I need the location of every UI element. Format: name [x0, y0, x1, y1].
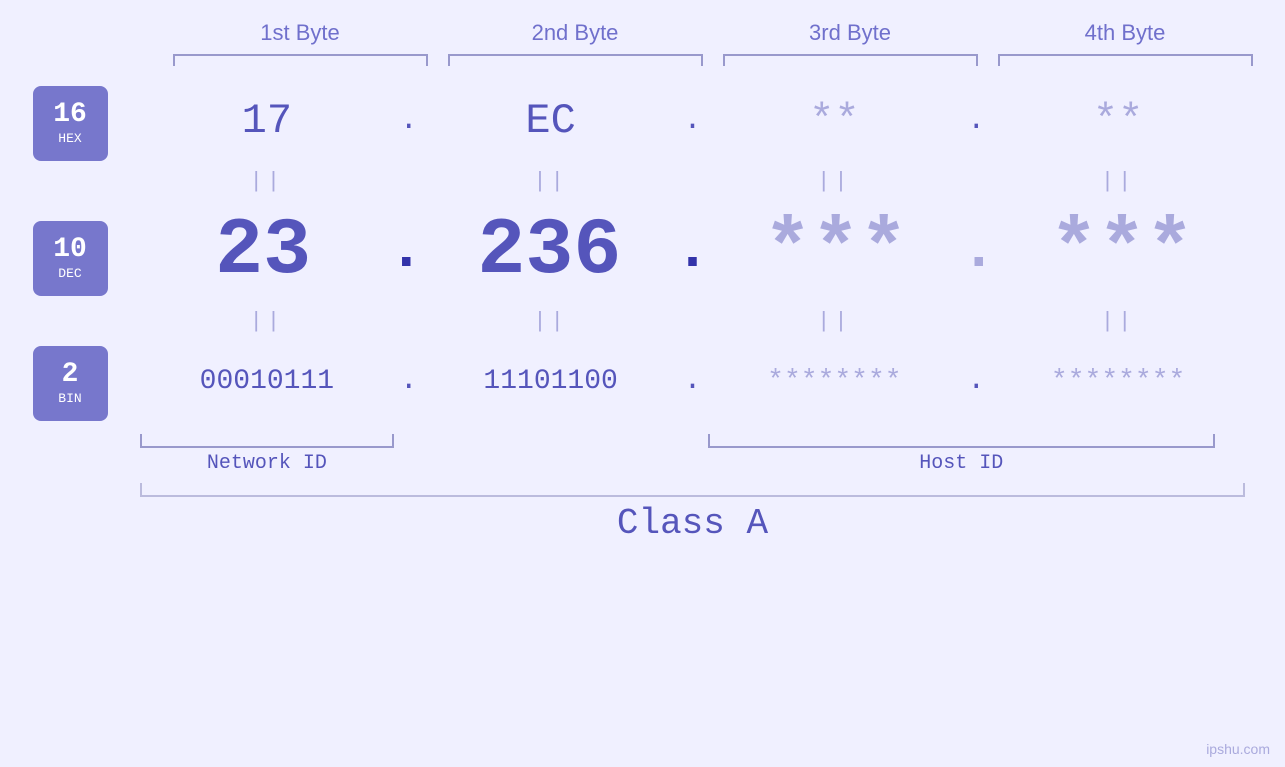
- bin-cell-b3: ********: [708, 366, 962, 397]
- dec-val-b3: ***: [764, 206, 908, 297]
- bin-val-b2: 11101100: [483, 366, 617, 397]
- watermark: ipshu.com: [1206, 741, 1270, 757]
- hex-cell-b2: EC: [424, 97, 678, 145]
- hex-val-b1: 17: [242, 97, 292, 145]
- network-id-label: Network ID: [140, 452, 394, 475]
- main-rows: 16 HEX 10 DEC 2 BIN 17 . EC: [0, 76, 1285, 544]
- id-labels-row: Network ID Host ID: [140, 452, 1285, 475]
- hex-dot-1: .: [394, 104, 424, 138]
- badges-column: 16 HEX 10 DEC 2 BIN: [0, 76, 140, 544]
- bracket-gap-1: [394, 434, 424, 448]
- bracket-gap-2: [678, 434, 708, 448]
- hex-badge-label: HEX: [58, 131, 81, 146]
- bin-badge-label: BIN: [58, 391, 81, 406]
- host-bracket-wrapper: [424, 434, 678, 448]
- byte3-header: 3rd Byte: [713, 20, 988, 46]
- bin-cell-b4: ********: [991, 366, 1245, 397]
- dec-dot-1: .: [386, 221, 426, 281]
- label-gap-2: [678, 452, 708, 475]
- eq2-b4: ||: [991, 309, 1245, 334]
- dec-cell-b4: ***: [999, 206, 1245, 297]
- bracket-b4: [998, 54, 1253, 66]
- bin-val-b4: ********: [1051, 366, 1185, 397]
- network-bracket-wrapper: [140, 434, 394, 448]
- bin-dot-2: .: [678, 364, 708, 398]
- byte2-header: 2nd Byte: [438, 20, 713, 46]
- byte-headers-row: 1st Byte 2nd Byte 3rd Byte 4th Byte: [163, 20, 1263, 46]
- eq1-b1: ||: [140, 169, 394, 194]
- dec-val-b2: 236: [477, 206, 621, 297]
- label-empty: [424, 452, 678, 475]
- host-id-label: Host ID: [708, 452, 1216, 475]
- dec-dot-2: .: [673, 221, 713, 281]
- bin-badge: 2 BIN: [33, 346, 108, 421]
- dec-val-b1: 23: [215, 206, 311, 297]
- label-gap-1: [394, 452, 424, 475]
- eq1-b2: ||: [424, 169, 678, 194]
- dec-badge-label: DEC: [58, 266, 81, 281]
- class-bracket: [140, 483, 1245, 497]
- eq2-b3: ||: [708, 309, 962, 334]
- main-container: 1st Byte 2nd Byte 3rd Byte 4th Byte 16 H…: [0, 0, 1285, 767]
- hex-badge: 16 HEX: [33, 86, 108, 161]
- hex-row: 17 . EC . ** . **: [140, 76, 1285, 166]
- byte1-header: 1st Byte: [163, 20, 438, 46]
- dec-cell-b2: 236: [426, 206, 672, 297]
- host-full-bracket-wrapper: [708, 434, 1216, 448]
- bracket-b2: [448, 54, 703, 66]
- data-rows-area: 17 . EC . ** . ** || ||: [140, 76, 1285, 544]
- bin-cell-b2: 11101100: [424, 366, 678, 397]
- byte4-header: 4th Byte: [988, 20, 1263, 46]
- bin-dot-1: .: [394, 364, 424, 398]
- bin-dot-3: .: [961, 364, 991, 398]
- class-bracket-wrapper: [140, 483, 1285, 497]
- bin-val-b3: ********: [767, 366, 901, 397]
- top-bracket-row: [163, 54, 1263, 66]
- hex-dot-2: .: [678, 104, 708, 138]
- hex-val-b3: **: [809, 97, 859, 145]
- bracket-b1: [173, 54, 428, 66]
- dec-badge: 10 DEC: [33, 221, 108, 296]
- host-bracket-empty: [424, 434, 678, 448]
- hex-dot-3: .: [961, 104, 991, 138]
- dec-row: 23 . 236 . *** . ***: [140, 196, 1285, 306]
- dec-cell-b3: ***: [713, 206, 959, 297]
- hex-cell-b4: **: [991, 97, 1245, 145]
- dec-val-b4: ***: [1050, 206, 1194, 297]
- bracket-b3: [723, 54, 978, 66]
- bin-val-b1: 00010111: [200, 366, 334, 397]
- network-bracket: [140, 434, 394, 448]
- eq2-b2: ||: [424, 309, 678, 334]
- hex-val-b2: EC: [525, 97, 575, 145]
- label-gap-3: [1215, 452, 1245, 475]
- bin-cell-b1: 00010111: [140, 366, 394, 397]
- dec-badge-num: 10: [53, 236, 87, 264]
- equals-row-1: || || || ||: [140, 166, 1285, 196]
- hex-badge-num: 16: [53, 101, 87, 129]
- class-label-wrapper: Class A: [140, 503, 1285, 544]
- bottom-bracket-container: [140, 434, 1285, 448]
- equals-row-2: || || || ||: [140, 306, 1285, 336]
- bin-row: 00010111 . 11101100 . ******** . *******…: [140, 336, 1285, 426]
- hex-val-b4: **: [1093, 97, 1143, 145]
- bin-badge-num: 2: [62, 361, 79, 389]
- eq1-b3: ||: [708, 169, 962, 194]
- dec-dot-3: .: [959, 221, 999, 281]
- hex-cell-b1: 17: [140, 97, 394, 145]
- eq2-b1: ||: [140, 309, 394, 334]
- eq1-b4: ||: [991, 169, 1245, 194]
- dec-cell-b1: 23: [140, 206, 386, 297]
- hex-cell-b3: **: [708, 97, 962, 145]
- bracket-gap-3: [1215, 434, 1245, 448]
- class-label: Class A: [617, 503, 768, 544]
- host-full-bracket: [708, 434, 1216, 448]
